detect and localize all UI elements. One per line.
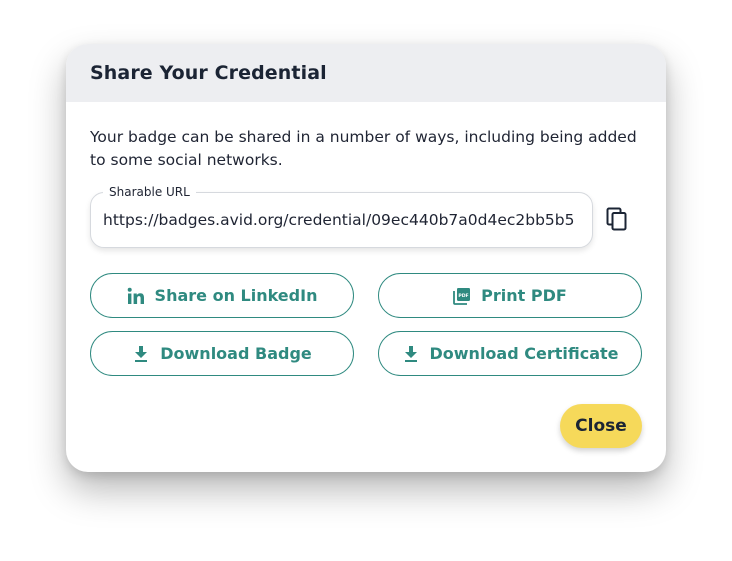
download-badge-label: Download Badge [160, 344, 312, 363]
print-pdf-label: Print PDF [481, 286, 567, 305]
download-certificate-label: Download Certificate [429, 344, 619, 363]
copy-icon [606, 207, 628, 231]
linkedin-icon [127, 287, 145, 305]
dialog-body: Your badge can be shared in a number of … [66, 102, 666, 376]
sharable-url-field: Sharable URL [90, 184, 593, 248]
share-linkedin-label: Share on LinkedIn [154, 286, 318, 305]
sharable-url-label: Sharable URL [103, 184, 196, 200]
dialog-header: Share Your Credential [66, 44, 666, 102]
close-button[interactable]: Close [560, 404, 642, 448]
download-badge-button[interactable]: Download Badge [90, 331, 354, 376]
print-pdf-button[interactable]: PDF Print PDF [378, 273, 642, 318]
share-actions: Share on LinkedIn PDF Print PDF Download… [90, 273, 642, 376]
dialog-footer: Close [560, 404, 642, 448]
dialog-description: Your badge can be shared in a number of … [90, 128, 637, 169]
sharable-url-input[interactable] [103, 207, 579, 233]
url-row: Sharable URL [90, 184, 642, 248]
svg-text:PDF: PDF [459, 292, 469, 298]
download-certificate-button[interactable]: Download Certificate [378, 331, 642, 376]
dialog-title: Share Your Credential [90, 62, 327, 84]
download-icon [402, 345, 420, 363]
pdf-icon: PDF [453, 287, 471, 305]
share-credential-dialog: Share Your Credential Your badge can be … [66, 44, 666, 472]
copy-url-button[interactable] [604, 205, 630, 233]
share-linkedin-button[interactable]: Share on LinkedIn [90, 273, 354, 318]
download-icon [132, 345, 150, 363]
page-backdrop: Share Your Credential Your badge can be … [0, 0, 732, 561]
